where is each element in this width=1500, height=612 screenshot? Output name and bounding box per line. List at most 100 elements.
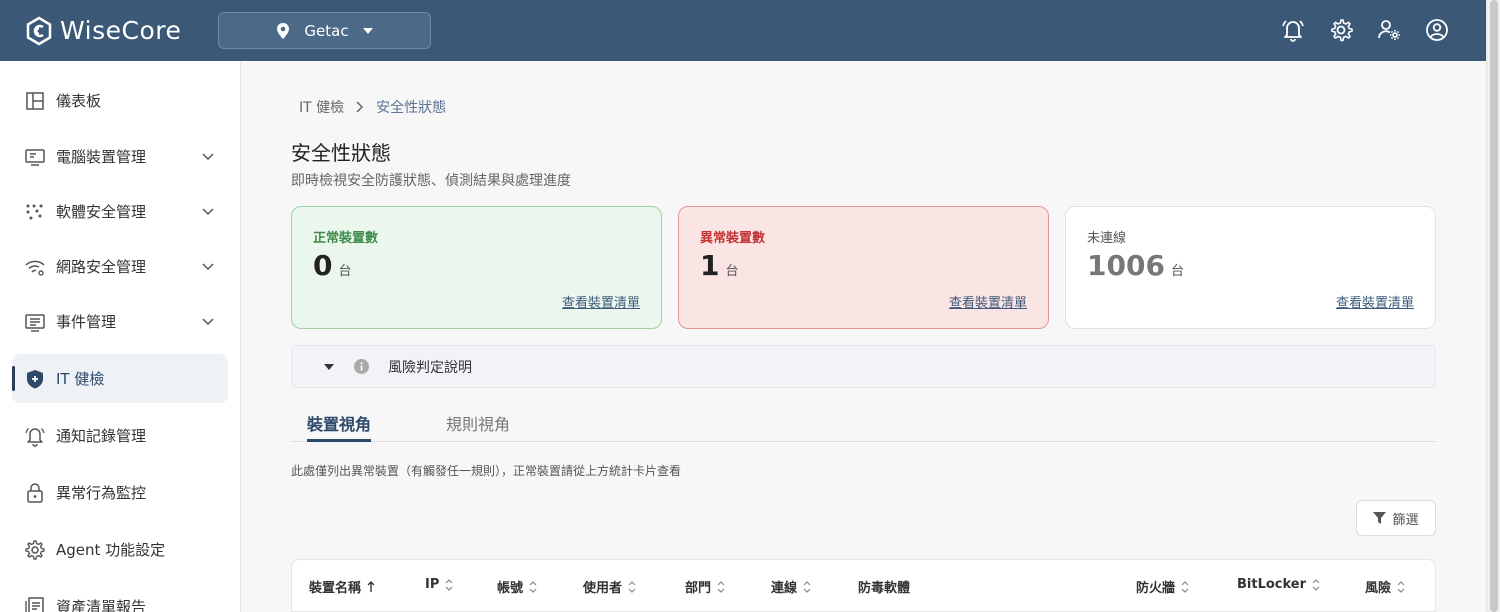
shield-plus-icon (27, 369, 43, 388)
scrollbar-thumb[interactable] (1490, 0, 1498, 612)
wifi-settings-icon (25, 260, 45, 276)
tab-rule-view[interactable]: 規則視角 (446, 411, 510, 442)
sidebar-item-it-health-check[interactable]: IT 健檢 (12, 354, 228, 403)
sidebar-item-anomaly-monitor[interactable]: 異常行為監控 (12, 468, 228, 517)
card-count: 1006 (1087, 249, 1165, 282)
page-title: 安全性狀態 (291, 141, 391, 165)
card-count: 1 (700, 249, 720, 282)
offline-devices-card: 未連線 1006 台 查看裝置清單 (1065, 206, 1436, 329)
monitor-icon (25, 148, 45, 166)
sidebar-item-label: Agent 功能設定 (56, 541, 166, 559)
chevron-down-icon (202, 152, 214, 160)
sidebar: 儀表板 電腦裝置管理 軟體安全管理 網路安全管理 事件管理 IT 健檢 通知記錄… (0, 61, 241, 612)
event-list-icon (25, 313, 45, 332)
chevron-down-icon (202, 207, 214, 215)
column-account[interactable]: 帳號 (497, 577, 537, 596)
sidebar-item-label: IT 健檢 (56, 370, 105, 388)
column-label: BitLocker (1237, 577, 1307, 592)
sidebar-item-label: 儀表板 (56, 92, 102, 110)
chevron-right-icon (356, 101, 364, 113)
sort-icon (529, 580, 537, 593)
abnormal-devices-card: 異常裝置數 1 台 查看裝置清單 (678, 206, 1049, 329)
account-icon[interactable] (1424, 17, 1450, 43)
sidebar-item-dashboard[interactable]: 儀表板 (12, 76, 228, 125)
column-bitlocker[interactable]: BitLocker (1237, 577, 1320, 592)
column-ip[interactable]: IP (425, 577, 453, 592)
card-title: 未連線 (1087, 231, 1127, 246)
filter-button[interactable]: 篩選 (1356, 500, 1436, 536)
column-label: 使用者 (583, 581, 623, 596)
sort-icon (1397, 580, 1405, 593)
column-label: 部門 (685, 581, 712, 596)
column-device-name[interactable]: 裝置名稱 (309, 577, 375, 596)
sidebar-item-events[interactable]: 事件管理 (12, 297, 228, 346)
sort-ascending-icon (367, 580, 375, 592)
sidebar-item-label: 異常行為監控 (56, 484, 147, 502)
page-scrollbar[interactable] (1486, 0, 1500, 612)
view-device-list-link[interactable]: 查看裝置清單 (949, 292, 1027, 311)
column-antivirus[interactable]: 防毒軟體 (858, 577, 910, 596)
lock-icon (27, 482, 43, 503)
filter-icon (1373, 511, 1387, 524)
sidebar-item-label: 通知記錄管理 (56, 427, 147, 445)
caret-down-icon (362, 27, 373, 34)
card-value: 0 台 (313, 249, 352, 282)
column-department[interactable]: 部門 (685, 577, 725, 596)
sidebar-item-asset-report[interactable]: 資產清單報告 (12, 582, 228, 612)
sidebar-item-devices[interactable]: 電腦裝置管理 (12, 132, 228, 181)
view-tabs: 裝置視角 規則視角 (291, 411, 1436, 442)
site-selector[interactable]: Getac (218, 12, 431, 49)
gear-icon[interactable] (1328, 17, 1354, 43)
column-user[interactable]: 使用者 (583, 577, 636, 596)
filter-label: 篩選 (1392, 512, 1419, 528)
sidebar-item-notification-logs[interactable]: 通知記錄管理 (12, 411, 228, 460)
sidebar-item-label: 網路安全管理 (56, 258, 147, 276)
column-label: 裝置名稱 (309, 581, 362, 596)
sort-icon (445, 578, 453, 591)
column-connection[interactable]: 連線 (771, 577, 811, 596)
column-label: 連線 (771, 581, 798, 596)
site-name: Getac (304, 21, 349, 40)
chevron-down-icon (202, 262, 214, 270)
sidebar-item-label: 事件管理 (56, 313, 117, 331)
sort-icon (1312, 578, 1320, 591)
card-title: 異常裝置數 (700, 231, 766, 246)
dots-grid-icon (26, 204, 43, 219)
risk-explanation-label: 風險判定說明 (388, 359, 472, 376)
view-device-list-link[interactable]: 查看裝置清單 (562, 292, 640, 311)
column-risk[interactable]: 風險 (1365, 577, 1405, 596)
sidebar-item-agent-settings[interactable]: Agent 功能設定 (12, 525, 228, 574)
breadcrumb: IT 健檢 安全性狀態 (299, 97, 446, 117)
dashboard-icon (26, 91, 44, 110)
column-label: IP (425, 577, 440, 592)
wisecore-logo-icon (26, 16, 52, 45)
brand-logo[interactable]: WiseCore (24, 16, 181, 46)
tab-device-view[interactable]: 裝置視角 (307, 411, 372, 442)
info-icon (354, 359, 369, 374)
main-content: IT 健檢 安全性狀態 安全性狀態 即時檢視安全防護狀態、偵測結果與處理進度 正… (241, 61, 1486, 612)
column-label: 防毒軟體 (858, 581, 911, 596)
normal-devices-card: 正常裝置數 0 台 查看裝置清單 (291, 206, 662, 329)
user-settings-icon[interactable] (1376, 17, 1402, 43)
sort-icon (803, 580, 811, 593)
card-value: 1006 台 (1087, 249, 1184, 282)
sidebar-item-software-security[interactable]: 軟體安全管理 (12, 187, 228, 236)
report-icon (25, 596, 44, 612)
card-unit: 台 (338, 264, 352, 279)
location-pin-icon (277, 22, 290, 39)
sidebar-item-network-security[interactable]: 網路安全管理 (12, 242, 228, 291)
bell-icon[interactable] (1280, 17, 1306, 43)
sort-icon (628, 580, 636, 593)
top-header: WiseCore Getac (0, 0, 1486, 61)
column-label: 防火牆 (1136, 581, 1176, 596)
risk-explanation-toggle[interactable]: 風險判定說明 (291, 345, 1436, 388)
breadcrumb-current: 安全性狀態 (376, 100, 447, 116)
breadcrumb-parent[interactable]: IT 健檢 (299, 97, 344, 117)
gear-icon (25, 539, 45, 560)
sidebar-item-label: 資產清單報告 (56, 598, 147, 612)
card-title: 正常裝置數 (313, 231, 379, 246)
chevron-down-icon (202, 317, 214, 325)
column-firewall[interactable]: 防火牆 (1136, 577, 1189, 596)
view-device-list-link[interactable]: 查看裝置清單 (1336, 292, 1414, 311)
card-count: 0 (313, 249, 333, 282)
